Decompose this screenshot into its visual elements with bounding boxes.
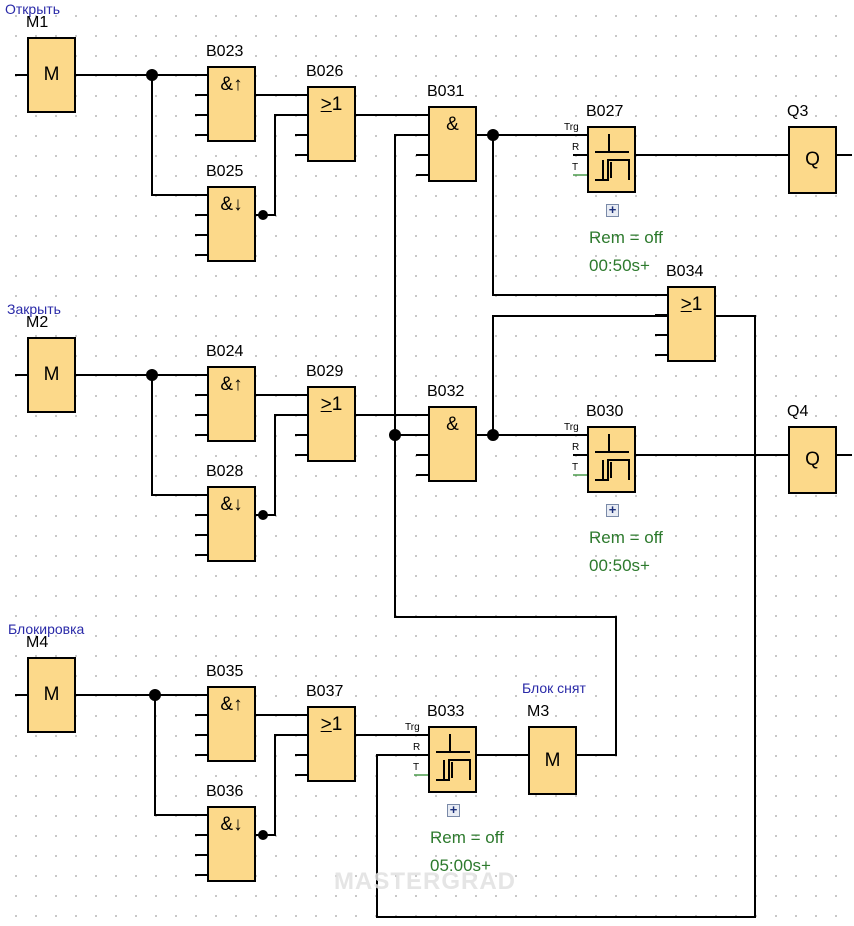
wires-layer [15,69,852,918]
negated-output-dot [258,510,268,520]
wire[interactable] [492,315,667,435]
block-m1[interactable]: M [27,37,76,113]
junction-dot [146,69,158,81]
param-time: 00:50s+ [589,256,650,275]
block-label: B032 [427,383,465,400]
block-b025[interactable]: &↓ [207,186,256,262]
block-label: M4 [26,634,49,651]
expand-parameters-button[interactable]: + [606,203,619,217]
wire[interactable] [255,114,307,216]
pin-label-trg: Trg [564,122,579,133]
block-symbol: M [544,749,561,771]
block-symbol: &↓ [220,194,243,215]
block-symbol: Q [805,449,820,470]
block-label: M1 [26,14,49,31]
block-label: Q4 [787,403,809,420]
block-label: B035 [206,663,244,680]
pin-label-t: T [572,162,579,173]
diagram-canvas: Открыть Закрыть Блокировка Блок снят MAS… [0,0,854,926]
block-label: M2 [26,314,49,331]
block-label: B026 [306,63,344,80]
param-remanence: Rem = off [589,528,663,547]
param-time: 05:00s+ [430,856,491,875]
timer-pulse-icon [595,134,630,181]
block-b033[interactable] [428,726,477,793]
negated-output-dot [258,830,268,840]
block-m2[interactable]: M [27,337,76,413]
block-symbol: M [43,64,60,85]
block-q3[interactable]: Q [788,126,837,194]
timer-pulse-icon [436,734,471,781]
block-label: B036 [206,783,244,800]
block-b024[interactable]: &↑ [207,366,256,442]
block-symbol: &↓ [220,494,243,515]
wire[interactable] [255,734,307,836]
block-b036[interactable]: &↓ [207,806,256,882]
pin-label-r: R [572,442,580,453]
pin-label-t: T [413,762,420,773]
junction-dot [149,689,161,701]
pin-label-trg: Trg [564,422,579,433]
block-symbol: & [446,414,459,435]
block-m3[interactable]: M [528,726,577,795]
block-m4[interactable]: M [27,657,76,733]
block-label: B028 [206,463,244,480]
pin-label-trg: Trg [405,722,420,733]
block-b023[interactable]: &↑ [207,66,256,142]
block-b028[interactable]: &↓ [207,486,256,562]
block-symbol: Q [805,149,820,170]
block-symbol: M [43,364,60,385]
block-b034[interactable]: >1 [667,286,716,362]
pin-label-t: T [572,462,579,473]
block-symbol: & [446,114,459,135]
block-b027[interactable] [587,126,636,193]
block-label: B024 [206,343,244,360]
junction-dot [389,429,401,441]
block-label: M3 [527,703,550,720]
block-b029[interactable]: >1 [307,386,356,462]
junction-dot [487,429,499,441]
block-label: B034 [666,263,704,280]
param-remanence: Rem = off [430,828,504,847]
block-symbol: &↑ [220,694,243,715]
block-label: B037 [306,683,344,700]
block-label: B033 [427,703,465,720]
block-label: B027 [586,103,624,120]
param-remanence: Rem = off [589,228,663,247]
block-b030[interactable] [587,426,636,493]
block-symbol: M [43,684,60,705]
block-q4[interactable]: Q [788,426,837,494]
block-b031[interactable]: & [428,106,477,182]
block-label: B030 [586,403,624,420]
block-label: Q3 [787,103,809,120]
negated-output-dot [258,210,268,220]
timer-pulse-icon [595,434,630,481]
block-label: B025 [206,163,244,180]
expand-parameters-button[interactable]: + [447,803,460,817]
pin-label-r: R [572,142,580,153]
note-unlock: Блок снят [522,680,586,696]
block-symbol: &↑ [220,374,243,395]
block-symbol: >1 [320,94,343,115]
block-label: B031 [427,83,465,100]
expand-parameters-button[interactable]: + [606,503,619,517]
block-b037[interactable]: >1 [307,706,356,782]
block-symbol: >1 [320,714,343,735]
block-b032[interactable]: & [428,406,477,482]
block-symbol: &↓ [220,814,243,835]
junction-dot [487,129,499,141]
block-symbol: >1 [680,294,703,315]
wire[interactable] [255,414,307,516]
block-b026[interactable]: >1 [307,86,356,162]
block-symbol: >1 [320,394,343,415]
block-b035[interactable]: &↑ [207,686,256,762]
pin-label-r: R [413,742,421,753]
block-symbol: &↑ [220,74,243,95]
block-label: B029 [306,363,344,380]
param-time: 00:50s+ [589,556,650,575]
block-label: B023 [206,43,244,60]
junction-dot [146,369,158,381]
